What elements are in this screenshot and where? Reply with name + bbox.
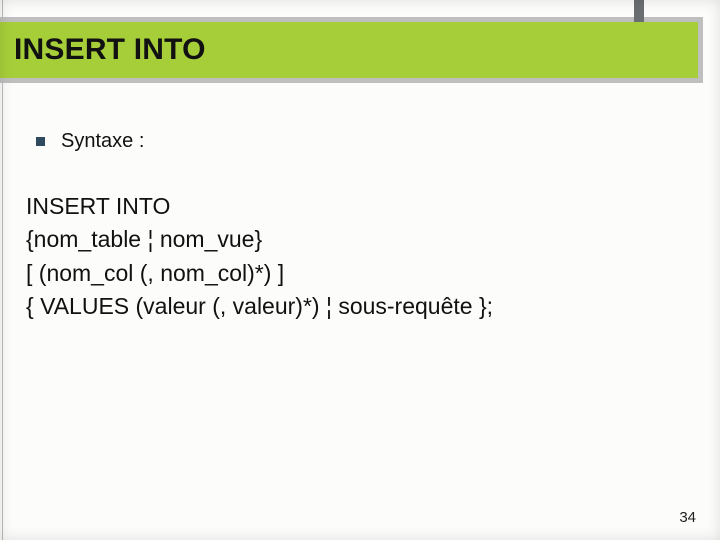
syntax-line-4: { VALUES (valeur (, valeur)*) ¦ sous-req… — [26, 290, 680, 323]
title-wrap: INSERT INTO — [10, 18, 660, 82]
slide: INSERT INTO Syntaxe : INSERT INTO {nom_t… — [0, 0, 720, 540]
bullet-icon — [36, 137, 45, 146]
syntax-line-2: {nom_table ¦ nom_vue} — [26, 223, 680, 256]
bullet-label: Syntaxe : — [61, 130, 144, 153]
banner-frame-right — [698, 17, 703, 83]
syntax-line-1: INSERT INTO — [26, 190, 680, 223]
slide-title: INSERT INTO — [10, 29, 212, 71]
syntax-block: INSERT INTO {nom_table ¦ nom_vue} [ (nom… — [26, 190, 680, 323]
syntax-line-3: [ (nom_col (, nom_col)*) ] — [26, 257, 680, 290]
bullet-row: Syntaxe : — [36, 130, 144, 153]
page-number: 34 — [679, 509, 696, 526]
